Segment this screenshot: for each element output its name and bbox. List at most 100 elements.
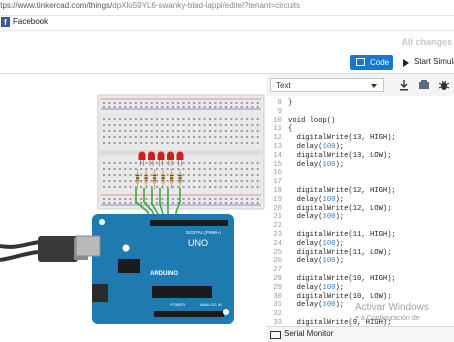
line-number: 20 xyxy=(273,204,282,213)
power-header-label: POWER xyxy=(170,302,185,307)
line-number: 17 xyxy=(273,178,282,187)
line-number: 12 xyxy=(273,134,282,143)
digital-header-label: DIGITAL (PWM~) xyxy=(186,230,221,235)
line-number: 23 xyxy=(273,231,282,239)
code-text: delay(100); xyxy=(288,160,345,169)
code-line: 11 { xyxy=(266,125,454,133)
code-line: 13 delay(100); xyxy=(266,143,454,151)
save-status: All changes xyxy=(401,37,452,47)
url-path: dpXlo59YL6-swanky-blad-lappi/editel?tena… xyxy=(112,1,301,10)
code-line: 8} xyxy=(266,99,454,107)
line-number: 21 xyxy=(273,213,282,222)
url-text[interactable]: ttps://www.tinkercad.com/things/dpXlo59Y… xyxy=(0,1,300,10)
line-number: 14 xyxy=(273,151,282,160)
code-line: 15 delay(100); xyxy=(266,161,454,169)
code-text: { xyxy=(288,125,293,134)
code-line: 30 digitalWrite(10, LOW); xyxy=(266,293,454,301)
line-number: 25 xyxy=(273,248,282,257)
code-text: digitalWrite(12, LOW); xyxy=(288,204,392,213)
line-number: 24 xyxy=(273,239,282,248)
start-simulation-button[interactable]: Start Simulat xyxy=(414,57,454,66)
code-line: 19 delay(100); xyxy=(266,196,454,204)
line-number: 30 xyxy=(273,292,282,301)
usb-cable xyxy=(0,236,88,262)
code-line: 26 delay(100); xyxy=(266,257,454,265)
code-line: 16 xyxy=(266,169,454,177)
code-line: 28 digitalWrite(10, HIGH); xyxy=(266,275,454,283)
download-icon[interactable] xyxy=(397,78,411,92)
line-number: 16 xyxy=(273,169,282,178)
bookmarks-bar: f Facebook xyxy=(0,16,454,31)
line-number: 10 xyxy=(273,116,282,125)
code-text: delay(100); xyxy=(288,257,345,266)
line-number: 22 xyxy=(273,222,282,231)
code-line: 25 digitalWrite(11, LOW); xyxy=(266,249,454,257)
code-text: digitalWrite(11, LOW); xyxy=(288,248,392,257)
line-number: 9 xyxy=(277,107,282,116)
code-button-label: Code xyxy=(370,58,390,67)
editor-toolbar: Code Start Simulat xyxy=(0,52,454,74)
line-number: 13 xyxy=(273,143,282,151)
code-text: digitalWrite(12, HIGH); xyxy=(288,187,396,195)
code-text: delay(100); xyxy=(288,239,345,248)
code-line: 17 xyxy=(266,178,454,186)
line-number: 8 xyxy=(277,99,282,107)
analog-header-label: ANALOG IN xyxy=(200,302,222,307)
code-text: digitalWrite(13, LOW); xyxy=(288,151,392,160)
chevron-down-icon xyxy=(371,84,377,88)
code-line: 24 delay(100); xyxy=(266,240,454,248)
code-line: 20 digitalWrite(12, LOW); xyxy=(266,205,454,213)
bookmark-facebook[interactable]: Facebook xyxy=(13,17,48,26)
serial-monitor-icon xyxy=(270,331,281,339)
code-text-area[interactable]: 8} 9 10 void loop() 11{12 digitalWrite(13, H… xyxy=(266,98,454,326)
code-text: digitalWrite(10, HIGH); xyxy=(288,275,396,283)
code-button[interactable]: Code xyxy=(350,55,393,70)
arduino-uno-board[interactable]: DIGITAL (PWM~) ARDUINO UNO POWER ANALOG … xyxy=(75,214,234,324)
code-line: 27 xyxy=(266,266,454,274)
code-line: 21 delay(100); xyxy=(266,213,454,221)
code-mode-select[interactable]: Text xyxy=(270,78,384,92)
line-number: 11 xyxy=(273,125,282,134)
arduino-model-label: UNO xyxy=(188,238,208,248)
circuit-drawing: DIGITAL (PWM~) ARDUINO UNO POWER ANALOG … xyxy=(0,94,265,324)
line-number: 31 xyxy=(273,301,282,310)
windows-activation-watermark: Activar Windows xyxy=(355,302,429,313)
code-text: digitalWrite(13, HIGH); xyxy=(288,134,396,143)
code-line: 18 digitalWrite(12, HIGH); xyxy=(266,187,454,195)
circuit-canvas[interactable]: DIGITAL (PWM~) ARDUINO UNO POWER ANALOG … xyxy=(0,74,267,341)
code-text: delay(100); xyxy=(288,213,345,222)
library-icon[interactable] xyxy=(417,78,431,92)
line-number: 28 xyxy=(273,275,282,283)
line-number: 19 xyxy=(273,195,282,204)
debug-icon[interactable] xyxy=(437,78,451,92)
line-number: 26 xyxy=(273,257,282,266)
line-number: 27 xyxy=(273,266,282,275)
code-line: 14 digitalWrite(13, LOW); xyxy=(266,152,454,160)
facebook-icon[interactable]: f xyxy=(1,17,10,27)
code-editor-toolbar: Text xyxy=(266,74,454,96)
windows-activation-subtitle: e a Configuración de xyxy=(355,315,420,322)
arduino-brand-label: ARDUINO xyxy=(150,271,178,277)
code-line: 22 xyxy=(266,222,454,230)
line-number: 18 xyxy=(273,187,282,195)
code-mode-value: Text xyxy=(276,81,291,90)
code-line: 10 void loop() xyxy=(266,117,454,125)
url-prefix: ttps://www.tinkercad.com/things/ xyxy=(0,1,113,10)
code-text: delay(100); xyxy=(288,143,345,151)
code-text: delay(100); xyxy=(288,195,345,204)
browser-url-bar[interactable]: ttps://www.tinkercad.com/things/dpXlo59Y… xyxy=(0,0,454,16)
line-number: 29 xyxy=(273,283,282,292)
code-editor-panel: Text 8} 9 10 void loop() 11{12 digitalWrite(… xyxy=(266,74,454,342)
code-icon xyxy=(356,58,365,66)
serial-monitor-bar[interactable]: Serial Monitor xyxy=(266,326,454,342)
line-number: 33 xyxy=(273,319,282,326)
line-number: 15 xyxy=(273,160,282,169)
code-text: delay(100); xyxy=(288,301,345,310)
code-line: 29 delay(100); xyxy=(266,284,454,292)
code-text: void loop() xyxy=(288,116,336,125)
play-icon[interactable] xyxy=(403,59,409,67)
code-text: digitalWrite(10, LOW); xyxy=(288,292,392,301)
code-text: } xyxy=(288,99,293,107)
code-text: digitalWrite(11, HIGH); xyxy=(288,231,396,239)
line-number: 32 xyxy=(273,310,282,319)
